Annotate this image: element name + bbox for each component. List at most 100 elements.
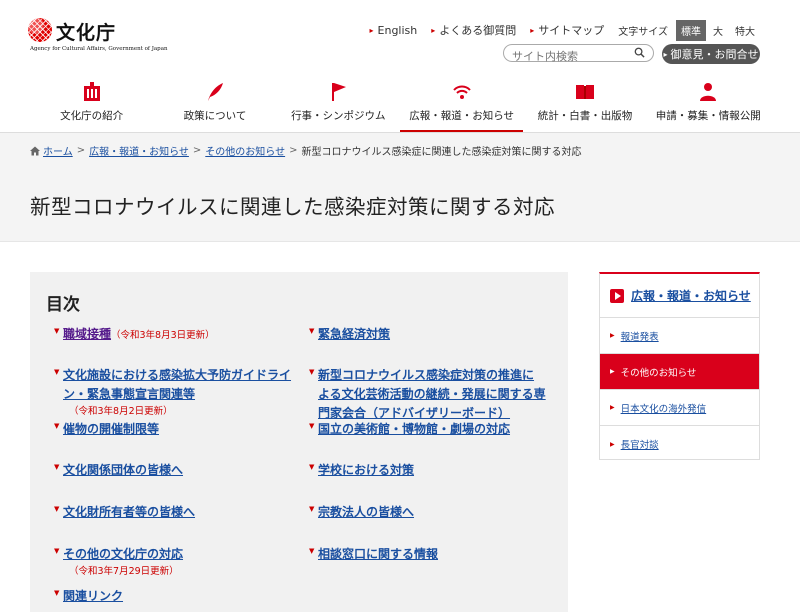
toc-item: ▼ 学校における対策 — [309, 459, 558, 478]
sidebar-item-other-news[interactable]: ▶ その他のお知らせ — [600, 354, 759, 390]
book-icon — [575, 85, 594, 99]
toc-link-other-responses[interactable]: その他の文化庁の対応 — [63, 547, 183, 561]
chevron-right-icon: ▸ — [530, 25, 535, 35]
person-icon — [700, 83, 717, 101]
util-link-faq[interactable]: ▸ よくある御質問 — [431, 22, 516, 38]
update-note: （令和3年8月3日更新） — [111, 330, 215, 341]
toc-link-advisory-board[interactable]: 新型コロナウイルス感染症対策の推進による文化芸術活動の継続・発展に関する専門家会… — [318, 368, 546, 420]
toc-item: ▼ 文化施設における感染拡大予防ガイドライン・緊急事態宣言関連等 （令和3年8月… — [54, 364, 291, 417]
triangle-bullet-icon: ▼ — [54, 368, 60, 376]
page-title: 新型コロナウイルスに関連した感染症対策に関する対応 — [30, 195, 555, 219]
text-size-large-button[interactable]: 大 — [708, 20, 728, 41]
triangle-bullet-icon: ▼ — [309, 463, 315, 471]
contact-button[interactable]: ▸ 御意見・お問合せ — [662, 44, 760, 64]
triangle-right-icon: ▶ — [610, 440, 615, 448]
sidebar-item-label: その他のお知らせ — [620, 367, 697, 379]
breadcrumb-link-other-news[interactable]: その他のお知らせ — [205, 143, 285, 158]
toc-item: ▼ 文化関係団体の皆様へ — [54, 459, 303, 478]
triangle-bullet-icon: ▼ — [54, 505, 60, 513]
toc-link-economic-measures[interactable]: 緊急経済対策 — [318, 327, 390, 341]
text-size-standard-button[interactable]: 標準 — [676, 19, 706, 41]
toc-item: ▼ 職域接種（令和3年8月3日更新） — [54, 323, 303, 342]
breadcrumb-separator: > — [192, 145, 202, 156]
toc-link-property-owners[interactable]: 文化財所有者等の皆様へ — [63, 505, 195, 519]
gnav-label: 統計・白書・出版物 — [537, 110, 633, 122]
gnav-label: 文化庁の紹介 — [60, 110, 124, 122]
toc-link-religious-corporations[interactable]: 宗教法人の皆様へ — [318, 505, 414, 519]
toc-item: ▼ 国立の美術館・博物館・劇場の対応 — [309, 418, 558, 437]
triangle-bullet-icon: ▼ — [54, 463, 60, 471]
gnav-item-statistics[interactable]: 統計・白書・出版物 — [523, 80, 646, 132]
logo-subtitle: Agency for Cultural Affairs, Government … — [30, 46, 168, 52]
breadcrumb-separator: > — [76, 145, 86, 156]
toc-item: ▼ 催物の開催制限等 — [54, 418, 303, 437]
toc-item: ▼ 文化財所有者等の皆様へ — [54, 501, 303, 520]
title-bar: 新型コロナウイルスに関連した感染症対策に関する対応 — [0, 164, 800, 242]
triangle-bullet-icon: ▼ — [54, 547, 60, 555]
util-link-english[interactable]: ▸ English — [370, 24, 418, 37]
toc-link-facility-guidelines[interactable]: 文化施設における感染拡大予防ガイドライン・緊急事態宣言関連等 — [63, 368, 291, 401]
toc-item: ▼ 緊急経済対策 — [309, 323, 558, 342]
update-note: （令和3年7月29日更新） — [69, 566, 179, 577]
search-icon[interactable] — [634, 47, 645, 58]
building-icon — [83, 82, 100, 101]
breadcrumb: ホーム > 広報・報道・お知らせ > その他のお知らせ > 新型コロナウイルス感… — [30, 143, 582, 158]
gnav-item-applications[interactable]: 申請・募集・情報公開 — [647, 80, 770, 132]
triangle-bullet-icon: ▼ — [54, 327, 60, 335]
toc-link-workplace-vaccination[interactable]: 職域接種 — [63, 327, 111, 341]
toc-item: ▼ 新型コロナウイルス感染症対策の推進による文化芸術活動の継続・発展に関する専門… — [309, 364, 546, 421]
gnav-label: 広報・報道・お知らせ — [409, 110, 515, 122]
triangle-bullet-icon: ▼ — [309, 327, 315, 335]
toc-link-cultural-organizations[interactable]: 文化関係団体の皆様へ — [63, 463, 183, 477]
sidebar-item-label: 長官対談 — [620, 440, 659, 451]
quill-icon — [207, 83, 223, 101]
update-note: （令和3年8月2日更新） — [69, 406, 173, 417]
toc-title: 目次 — [46, 295, 80, 315]
sidebar-item-label: 報道発表 — [620, 331, 659, 343]
site-header: 文化庁 Agency for Cultural Affairs, Governm… — [0, 0, 800, 132]
gnav-item-events[interactable]: 行事・シンポジウム — [277, 80, 400, 132]
chevron-right-icon: ▸ — [431, 25, 436, 35]
triangle-right-icon: ▶ — [610, 332, 615, 339]
table-of-contents: 目次 ▼ 職域接種（令和3年8月3日更新） ▼ 文化施設における感染拡大予防ガイ… — [30, 272, 568, 612]
toc-item: ▼ 宗教法人の皆様へ — [309, 501, 558, 520]
triangle-bullet-icon: ▼ — [309, 368, 315, 376]
triangle-right-icon: ▶ — [610, 404, 615, 411]
breadcrumb-current: 新型コロナウイルス感染症に関連した感染症対策に関する対応 — [301, 147, 582, 158]
chevron-right-icon: ▸ — [663, 49, 668, 59]
breadcrumb-separator: > — [289, 145, 298, 156]
breadcrumb-link-news[interactable]: 広報・報道・お知らせ — [89, 143, 189, 158]
utility-nav: ▸ English ▸ よくある御質問 ▸ サイトマップ 文字サイズ 標準 大 特大 — [356, 19, 760, 41]
sidebar-heading-link[interactable]: 広報・報道・お知らせ — [631, 287, 751, 304]
gnav-label: 政策について — [183, 110, 247, 122]
toc-item: ▼ 関連リンク — [54, 585, 303, 604]
sidebar-item-commissioner-talks[interactable]: ▶ 長官対談 — [600, 426, 759, 462]
text-size-xlarge-button[interactable]: 特大 — [730, 20, 760, 41]
toc-link-national-museums[interactable]: 国立の美術館・博物館・劇場の対応 — [318, 422, 510, 436]
sidebar-item-overseas[interactable]: ▶ 日本文化の海外発信 — [600, 390, 759, 426]
sidebar-item-label: 日本文化の海外発信 — [620, 403, 707, 415]
toc-item: ▼ その他の文化庁の対応 （令和3年7月29日更新） — [54, 543, 303, 577]
sidebar: 広報・報道・お知らせ ▶ 報道発表 ▶ その他のお知らせ ▶ 日本文化の海外発信… — [599, 272, 760, 460]
search-input[interactable] — [512, 48, 632, 65]
home-icon — [30, 146, 40, 155]
toc-link-related-links[interactable]: 関連リンク — [63, 589, 123, 603]
play-icon — [610, 288, 624, 303]
sidebar-item-press-releases[interactable]: ▶ 報道発表 — [600, 318, 759, 354]
toc-link-event-restrictions[interactable]: 催物の開催制限等 — [63, 422, 159, 436]
gnav-item-policy[interactable]: 政策について — [153, 80, 276, 132]
text-size-label: 文字サイズ — [618, 26, 668, 38]
gnav-item-news[interactable]: 広報・報道・お知らせ — [399, 80, 524, 132]
toc-link-consultation[interactable]: 相談窓口に関する情報 — [318, 547, 438, 561]
triangle-bullet-icon: ▼ — [309, 422, 315, 430]
triangle-bullet-icon: ▼ — [54, 589, 60, 597]
site-logo[interactable]: 文化庁 Agency for Cultural Affairs, Governm… — [28, 16, 168, 56]
util-link-sitemap[interactable]: ▸ サイトマップ — [530, 22, 604, 38]
gnav-label: 申請・募集・情報公開 — [655, 110, 761, 122]
site-search — [503, 44, 654, 65]
triangle-right-icon: ▶ — [610, 368, 615, 375]
logo-emblem-icon — [28, 18, 52, 42]
breadcrumb-home-link[interactable]: ホーム — [43, 143, 73, 158]
gnav-item-about[interactable]: 文化庁の紹介 — [30, 80, 153, 132]
toc-link-schools[interactable]: 学校における対策 — [318, 463, 414, 477]
